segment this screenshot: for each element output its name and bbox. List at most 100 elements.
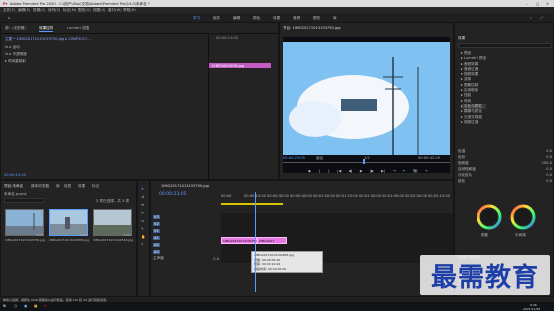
explorer-icon[interactable]: ▣ xyxy=(24,304,27,308)
close-button[interactable]: ✕ xyxy=(546,2,549,6)
track-header-v3[interactable]: V3 xyxy=(153,213,219,220)
ruler-tick-7: 00:01:45:00 xyxy=(382,194,404,198)
project-item-2-thumbnail[interactable] xyxy=(49,209,88,236)
workspace-graphics[interactable]: 图形 xyxy=(313,16,320,21)
program-playhead[interactable] xyxy=(363,159,365,164)
minimize-button[interactable]: – xyxy=(526,2,528,6)
mark-in-button[interactable]: { xyxy=(318,169,320,177)
timeline-panel: 1IMG20171013193750.jpg 00:00:23:05 00:00… xyxy=(150,180,454,297)
wheel-label-shadows: 阴影 xyxy=(481,233,489,237)
maximize-button[interactable]: □ xyxy=(536,2,539,6)
selection-tool-icon[interactable]: ➤ xyxy=(141,187,144,191)
mark-out-button[interactable]: } xyxy=(328,169,330,177)
workspace-effects[interactable]: 效果 xyxy=(273,16,280,21)
workspace-editing[interactable]: 编辑 xyxy=(233,16,240,21)
timeline-clip-1[interactable]: 1IMG20171013193750.jpg xyxy=(221,237,263,244)
project-item-1-name: 1IMG20171013193750.jpg xyxy=(5,238,46,242)
ruler-tick-0: 00:00 xyxy=(221,194,232,198)
extract-button[interactable]: ⇤ xyxy=(403,169,406,177)
tab-markers[interactable]: 标记 xyxy=(92,184,99,189)
program-timecode: 00:00:23:05 xyxy=(283,156,305,160)
project-item-3-thumbnail[interactable] xyxy=(93,209,132,236)
tooltip-duration: 持续时间: 00:00:05:00 xyxy=(254,266,287,271)
ripple-edit-tool-icon[interactable]: ⇹ xyxy=(141,203,144,207)
go-to-out-button[interactable]: ▶| xyxy=(381,169,385,177)
track-header-master[interactable]: 主声道 0.0 xyxy=(153,255,219,262)
track-header-a2[interactable]: A2 xyxy=(153,241,219,248)
ruler-tick-8: 00:02:00:00 xyxy=(405,194,427,198)
razor-tool-icon[interactable]: ✂ xyxy=(141,211,144,215)
tools-panel: ➤ ⇉ ⇹ ✂ ⇔ ✎ ✋ T xyxy=(137,180,150,297)
tab-effects[interactable]: 效果 xyxy=(78,184,85,189)
window-title: Adobe Premiere Pro 2020 - C:\用户\Ship\文档\… xyxy=(10,1,150,6)
transport-controls: ◆ { } |◀ ◀| ▶ |▶ ▶| ⇥ ⇤ 📷 + xyxy=(308,169,428,177)
title-bar: Pr Adobe Premiere Pro 2020 - C:\用户\Ship\… xyxy=(0,0,554,7)
fullscreen-icon[interactable]: ⤢ xyxy=(540,16,543,20)
tab-effect-controls[interactable]: 效果控件 xyxy=(39,26,54,32)
ruler-tick-9: 00:02:15:00 xyxy=(428,194,450,198)
effect-opacity[interactable]: fx ▸ 不透明度 xyxy=(5,52,27,57)
slip-tool-icon[interactable]: ⇔ xyxy=(141,219,144,223)
step-forward-button[interactable]: |▶ xyxy=(370,169,374,177)
project-item-3-duration: 5:00 xyxy=(124,233,131,237)
program-monitor-panel: 节目: 1IMG20171013193750.jpg 00:00:23:05 适… xyxy=(279,22,454,180)
tree-video-transitions[interactable]: ▸ 视频过渡 xyxy=(461,120,486,125)
tab-source[interactable]: 源：(无剪辑) xyxy=(5,26,26,31)
start-icon[interactable]: ⊞ xyxy=(3,304,6,308)
timeline-playhead[interactable] xyxy=(255,192,256,292)
workspace-audio[interactable]: 音频 xyxy=(293,16,300,21)
workspace-color[interactable]: 颜色 xyxy=(253,16,260,21)
pen-tool-icon[interactable]: ✎ xyxy=(141,227,144,231)
ruler-tick-6: 00:01:30:00 xyxy=(359,194,381,198)
tab-lumetri-scopes[interactable]: Lumetri 范围 xyxy=(67,26,89,31)
workspace-libraries[interactable]: 库 xyxy=(333,16,337,21)
button-editor-icon[interactable]: + xyxy=(425,169,428,177)
program-monitor-tab[interactable]: 节目: 1IMG20171013193750.jpg xyxy=(283,26,341,31)
track-header-a3[interactable]: A3 xyxy=(153,248,219,255)
param-sharpen[interactable]: 锐化 0.0 xyxy=(458,178,552,184)
add-marker-button[interactable]: ◆ xyxy=(308,169,311,177)
workspace-learn[interactable]: 学习 xyxy=(193,16,200,21)
export-frame-button[interactable]: 📷 xyxy=(413,169,417,177)
mini-timeline-time: 00:00:15:00 xyxy=(216,36,238,40)
timeline-clip-2[interactable]: 2IMG2017 xyxy=(257,237,287,244)
tree-lumetri-presets[interactable]: ▸ Lumetri 预设 xyxy=(461,56,486,61)
folder-icon[interactable]: ■ xyxy=(34,304,37,308)
effect-motion[interactable]: fx ▸ 运动 xyxy=(5,45,20,50)
ruler-tick-3: 00:00:45:00 xyxy=(290,194,312,198)
work-area-bar[interactable] xyxy=(221,203,283,205)
go-to-in-button[interactable]: |◀ xyxy=(337,169,341,177)
effect-time-remap[interactable]: ▸ 时间重映射 xyxy=(5,59,26,64)
home-icon[interactable]: ⌂ xyxy=(8,16,10,20)
tab-info[interactable]: 信息 xyxy=(64,184,71,189)
timeline-tab[interactable]: 1IMG20171013193750.jpg xyxy=(161,184,209,188)
step-back-button[interactable]: ◀| xyxy=(349,169,353,177)
tab-media-browser[interactable]: 媒体浏览器 xyxy=(31,184,49,189)
track-header-v2[interactable]: V2 xyxy=(153,220,219,227)
track-header-a1[interactable]: A1 xyxy=(153,234,219,241)
track-select-tool-icon[interactable]: ⇉ xyxy=(141,195,144,199)
project-item-1-duration: 5:00 xyxy=(36,233,43,237)
color-wheels[interactable] xyxy=(477,203,549,233)
effect-controls-panel: 源：(无剪辑) 效果控件 Lumetri 范围 主要 * 1IMG2017101… xyxy=(0,22,280,180)
program-duration: 00:00:42:29 xyxy=(418,156,440,160)
project-item-1-thumbnail[interactable] xyxy=(5,209,44,236)
tab-project[interactable]: 项目:未命名 xyxy=(4,184,23,189)
search-taskbar-icon[interactable]: ○ xyxy=(14,304,17,308)
hand-tool-icon[interactable]: ✋ xyxy=(141,235,145,239)
master-clip-row[interactable]: 主要 * 1IMG20171013193750.jpg ▸ 10MP2017..… xyxy=(5,37,91,42)
effects-tab[interactable]: 效果 xyxy=(458,36,465,41)
effects-search-input[interactable] xyxy=(458,43,552,48)
project-search-input[interactable] xyxy=(4,198,44,203)
zoom-select[interactable]: 适合 xyxy=(316,156,323,161)
lift-button[interactable]: ⇥ xyxy=(392,169,395,177)
type-tool-icon[interactable]: T xyxy=(141,243,143,247)
track-header-v1[interactable]: V1 xyxy=(153,227,219,234)
workspace-assembly[interactable]: 组件 xyxy=(213,16,220,21)
ruler-tick-5: 00:01:15:00 xyxy=(336,194,358,198)
premiere-icon[interactable]: Pr xyxy=(44,304,48,308)
search-icon[interactable]: ⌕ xyxy=(530,16,532,20)
mini-clip-bar[interactable]: 15BFDXK1SHR.jpg xyxy=(209,63,271,68)
tab-libraries[interactable]: 库 xyxy=(56,184,60,189)
play-button[interactable]: ▶ xyxy=(360,169,363,177)
